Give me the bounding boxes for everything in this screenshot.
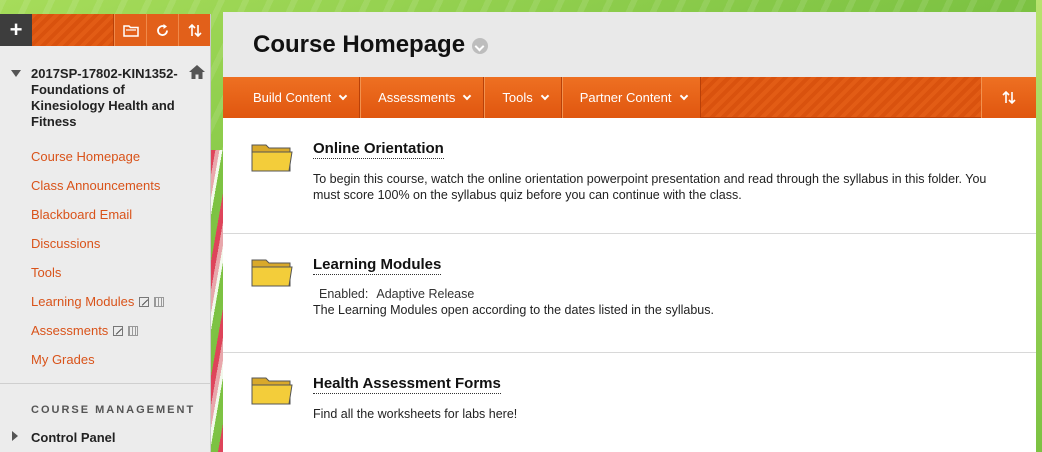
content-area: Course Homepage Build Content Assessment… [223, 12, 1036, 452]
action-bar: Build Content Assessments Tools Partner … [223, 77, 1036, 118]
edit-icon [113, 325, 124, 336]
chevron-down-icon[interactable] [472, 38, 489, 54]
course-title: 2017SP-17802-KIN1352-Foundations of Kine… [31, 66, 178, 129]
item-description: The Learning Modules open according to t… [313, 303, 714, 317]
refresh-icon [157, 23, 168, 36]
item-title-link[interactable]: Online Orientation [313, 140, 444, 159]
chevron-down-icon [540, 91, 549, 101]
detail-label: Enabled: [319, 287, 369, 301]
build-content-menu[interactable]: Build Content [223, 77, 361, 118]
course-management-heading: COURSE MANAGEMENT [31, 404, 196, 416]
grid-icon [154, 296, 165, 307]
chevron-down-icon [463, 91, 472, 101]
sidebar-item-tools[interactable]: Tools [0, 258, 210, 287]
content-item-learning-modules: Learning Modules Enabled: Adaptive Releas… [223, 234, 1036, 353]
home-icon[interactable] [188, 64, 206, 80]
sidebar-item-class-announcements[interactable]: Class Announcements [0, 171, 210, 200]
sidebar-item-discussions[interactable]: Discussions [0, 229, 210, 258]
reorder-content-button[interactable] [981, 77, 1036, 118]
page-header: Course Homepage [223, 12, 1036, 77]
background-edge [1036, 0, 1042, 452]
item-description: To begin this course, watch the online o… [313, 172, 987, 202]
sidebar-item-course-homepage[interactable]: Course Homepage [0, 142, 210, 171]
sidebar-item-my-grades[interactable]: My Grades [0, 345, 210, 374]
grid-icon [128, 325, 139, 336]
folder-icon [251, 259, 293, 287]
course-menu-sidebar: + 2017SP-17802-KIN1352-Foundations of Ki… [0, 14, 211, 452]
sidebar-toolbar: + [0, 14, 210, 46]
edit-icon [139, 296, 150, 307]
sort-icon [1002, 90, 1016, 105]
item-title-link[interactable]: Learning Modules [313, 256, 442, 275]
detail-value: Adaptive Release [376, 287, 475, 301]
reorder-menu-button[interactable] [178, 14, 210, 46]
content-item-online-orientation: Online Orientation To begin this course,… [223, 118, 1036, 234]
sidebar-divider [0, 383, 210, 384]
item-description: Find all the worksheets for labs here! [313, 407, 518, 421]
partner-content-menu[interactable]: Partner Content [561, 77, 701, 118]
chevron-down-icon [338, 91, 348, 101]
folder-view-button[interactable] [114, 14, 146, 46]
collapse-caret-icon[interactable] [11, 70, 21, 77]
sidebar-toolbar-spacer [32, 14, 114, 46]
control-panel-link[interactable]: Control Panel [31, 430, 116, 445]
tools-menu[interactable]: Tools [484, 77, 562, 118]
folder-icon [251, 144, 293, 172]
item-title-link[interactable]: Health Assessment Forms [313, 375, 501, 394]
assessments-menu[interactable]: Assessments [360, 77, 485, 118]
sidebar-item-learning-modules[interactable]: Learning Modules [0, 287, 210, 316]
add-menu-item-button[interactable]: + [0, 14, 32, 46]
chevron-down-icon [679, 91, 688, 101]
sidebar-item-assessments[interactable]: Assessments [0, 316, 210, 345]
page-title: Course Homepage [253, 30, 466, 58]
item-details: Enabled: Adaptive Release [319, 287, 1036, 301]
folder-icon [122, 25, 139, 37]
expand-caret-icon[interactable] [12, 431, 18, 441]
folder-icon [251, 377, 293, 405]
content-item-health-assessment-forms: Health Assessment Forms Find all the wor… [223, 353, 1036, 451]
action-bar-spacer [701, 77, 981, 117]
refresh-button[interactable] [146, 14, 178, 46]
sidebar-item-blackboard-email[interactable]: Blackboard Email [0, 200, 210, 229]
course-menu-links: Course Homepage Class Announcements Blac… [0, 142, 210, 374]
sort-icon [187, 23, 202, 37]
course-title-block[interactable]: 2017SP-17802-KIN1352-Foundations of Kine… [0, 46, 210, 130]
